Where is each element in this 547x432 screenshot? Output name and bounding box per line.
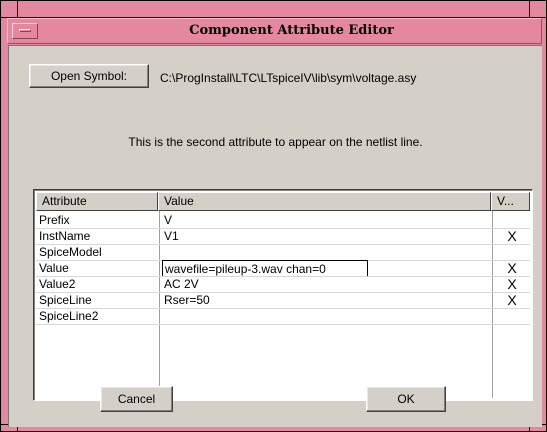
attribute-table: Attribute Value V... Prefix V InstName V… (33, 189, 533, 401)
visibility-mark[interactable] (502, 213, 522, 228)
attribute-value[interactable]: V (164, 213, 494, 228)
window-title: Component Attribute Editor (189, 23, 394, 38)
ok-button[interactable]: OK (366, 386, 446, 412)
visibility-mark[interactable] (502, 245, 522, 260)
table-row[interactable]: Value2 AC 2V X (36, 277, 530, 292)
open-symbol-button[interactable]: Open Symbol: (29, 64, 149, 88)
attribute-name: InstName (39, 229, 91, 243)
visibility-mark[interactable]: X (502, 261, 522, 276)
column-header-attribute[interactable]: Attribute (36, 192, 158, 211)
window-menu-button[interactable] (12, 23, 38, 39)
attribute-value-edit-field[interactable] (162, 260, 368, 277)
visibility-mark[interactable]: X (502, 293, 522, 308)
attribute-name: SpiceLine2 (39, 309, 99, 323)
visibility-mark[interactable] (502, 309, 522, 324)
column-header-value[interactable]: Value (158, 192, 491, 211)
visibility-mark[interactable]: X (502, 277, 522, 292)
attribute-description: This is the second attribute to appear o… (128, 135, 423, 149)
table-row[interactable]: SpiceLine Rser=50 X (36, 293, 530, 308)
row-divider (36, 324, 530, 325)
attribute-value[interactable] (164, 309, 494, 324)
dialog-window: Component Attribute Editor Open Symbol: … (0, 0, 547, 432)
table-row[interactable]: SpiceLine2 (36, 309, 530, 324)
table-row[interactable]: SpiceModel (36, 245, 530, 260)
attribute-value[interactable] (164, 245, 494, 260)
title-bar[interactable]: Component Attribute Editor (7, 18, 542, 44)
table-row[interactable]: Prefix V (36, 213, 530, 228)
attribute-name: SpiceLine (39, 293, 92, 307)
attribute-name: Value (39, 261, 69, 275)
visibility-mark[interactable]: X (502, 229, 522, 244)
column-header-visible[interactable]: V... (491, 192, 530, 211)
attribute-value[interactable]: Rser=50 (164, 293, 494, 308)
table-row[interactable]: InstName V1 X (36, 229, 530, 244)
frame-corner-tr (529, 1, 530, 18)
dialog-body: Open Symbol: C:\ProgInstall\LTC\LTspiceI… (8, 45, 542, 427)
attribute-name: Prefix (39, 213, 70, 227)
attribute-value[interactable]: AC 2V (164, 277, 494, 292)
attribute-name: SpiceModel (39, 245, 102, 259)
table-row-selected[interactable]: Value X (36, 260, 530, 277)
window-menu-icon (19, 29, 31, 32)
frame-corner-tl (17, 1, 18, 18)
symbol-path: C:\ProgInstall\LTC\LTspiceIV\lib\sym\vol… (160, 71, 417, 85)
attribute-value[interactable]: V1 (164, 229, 494, 244)
attribute-name: Value2 (39, 277, 76, 291)
cancel-button[interactable]: Cancel (100, 386, 173, 412)
